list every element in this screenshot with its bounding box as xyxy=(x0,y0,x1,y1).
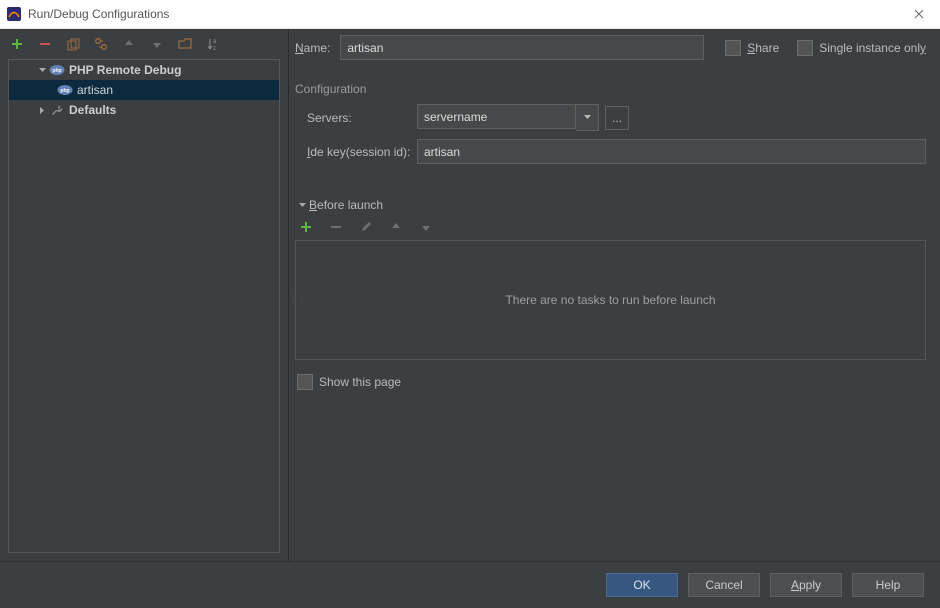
php-icon: php xyxy=(49,62,65,78)
tree-label: artisan xyxy=(77,83,113,97)
configuration-section-title: Configuration xyxy=(295,82,926,96)
svg-text:a: a xyxy=(213,39,217,45)
settings-icon[interactable] xyxy=(92,35,110,53)
idekey-label: Ide key(session id): xyxy=(307,145,417,159)
close-icon[interactable] xyxy=(904,3,934,25)
add-icon[interactable] xyxy=(297,218,315,236)
remove-icon[interactable] xyxy=(36,35,54,53)
chevron-right-icon[interactable] xyxy=(35,106,49,115)
servers-input[interactable] xyxy=(417,104,576,129)
name-input[interactable] xyxy=(340,35,704,60)
copy-icon[interactable] xyxy=(64,35,82,53)
config-tree[interactable]: php PHP Remote Debug php artisan xyxy=(8,59,280,553)
splitter-handle-icon[interactable]: ⋮⋮ xyxy=(288,292,306,303)
before-launch-tasks: There are no tasks to run before launch xyxy=(295,240,926,360)
move-up-icon xyxy=(387,218,405,236)
share-checkbox[interactable]: Share xyxy=(725,40,779,56)
tree-node-php-remote-debug[interactable]: php PHP Remote Debug xyxy=(9,60,279,80)
single-instance-checkbox[interactable]: Single instance only xyxy=(797,40,926,56)
servers-browse-button[interactable]: ... xyxy=(605,106,629,130)
checkbox-icon xyxy=(797,40,813,56)
wrench-icon xyxy=(49,102,65,118)
chevron-down-icon[interactable] xyxy=(576,104,599,131)
svg-text:php: php xyxy=(60,88,69,94)
tree-node-artisan[interactable]: php artisan xyxy=(9,80,279,100)
titlebar: Run/Debug Configurations xyxy=(0,0,940,29)
name-label: Name: xyxy=(295,41,330,55)
sort-icon[interactable]: az xyxy=(204,35,222,53)
tree-toolbar: az xyxy=(0,29,288,59)
no-tasks-label: There are no tasks to run before launch xyxy=(505,293,715,307)
share-label: Share xyxy=(747,41,779,55)
idekey-input[interactable] xyxy=(417,139,926,164)
php-icon: php xyxy=(57,82,73,98)
chevron-down-icon[interactable] xyxy=(35,66,49,75)
svg-text:php: php xyxy=(52,68,61,74)
before-launch-label: Before launch xyxy=(309,198,383,212)
move-up-icon[interactable] xyxy=(120,35,138,53)
add-icon[interactable] xyxy=(8,35,26,53)
show-this-page-checkbox[interactable]: Show this page xyxy=(297,374,401,390)
before-launch-toolbar xyxy=(297,218,926,236)
chevron-down-icon xyxy=(295,201,309,210)
apply-button[interactable]: Apply xyxy=(770,573,842,597)
dialog-footer: OK Cancel Apply Help xyxy=(0,561,940,608)
remove-icon xyxy=(327,218,345,236)
move-down-icon[interactable] xyxy=(148,35,166,53)
checkbox-icon xyxy=(297,374,313,390)
cancel-button[interactable]: Cancel xyxy=(688,573,760,597)
left-panel: az php PHP Remote Debug xyxy=(0,29,289,561)
right-panel: Name: Share Single instance only Configu… xyxy=(289,29,940,561)
svg-text:z: z xyxy=(213,46,216,51)
app-icon xyxy=(6,6,22,22)
move-down-icon xyxy=(417,218,435,236)
ok-button[interactable]: OK xyxy=(606,573,678,597)
help-button[interactable]: Help xyxy=(852,573,924,597)
checkbox-icon xyxy=(725,40,741,56)
servers-combo[interactable] xyxy=(417,104,599,131)
folder-icon[interactable] xyxy=(176,35,194,53)
tree-label: PHP Remote Debug xyxy=(69,63,181,77)
edit-icon xyxy=(357,218,375,236)
show-this-page-label: Show this page xyxy=(319,375,401,389)
single-instance-label: Single instance only xyxy=(819,41,926,55)
tree-label: Defaults xyxy=(69,103,116,117)
window-title: Run/Debug Configurations xyxy=(28,7,904,21)
servers-label: Servers: xyxy=(307,111,417,125)
before-launch-header[interactable]: Before launch xyxy=(295,198,926,212)
tree-node-defaults[interactable]: Defaults xyxy=(9,100,279,120)
